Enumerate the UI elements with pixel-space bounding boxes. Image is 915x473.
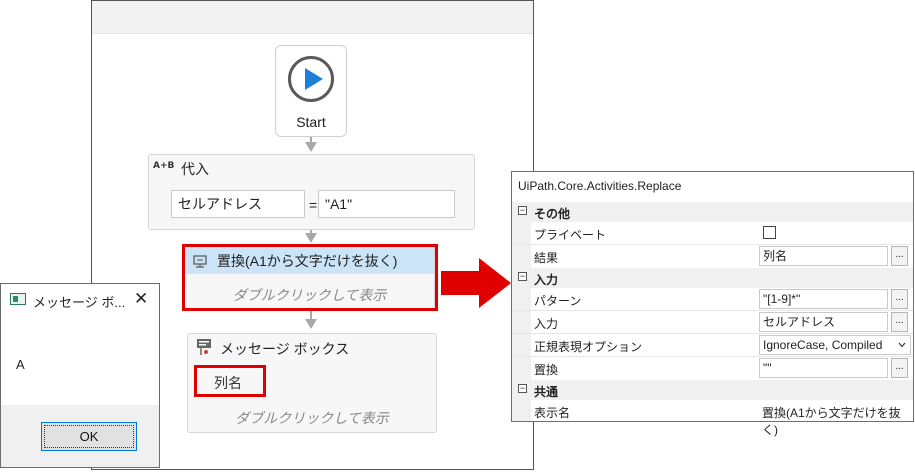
property-row-private: プライベート bbox=[512, 222, 913, 245]
designer-header-bar bbox=[92, 1, 533, 34]
private-checkbox[interactable] bbox=[763, 226, 776, 239]
pattern-ellipsis-button[interactable]: ... bbox=[891, 289, 908, 309]
connector-arrow bbox=[305, 319, 317, 329]
dialog-title: メッセージ ボ... bbox=[33, 295, 126, 310]
property-row-display-name: 表示名 置換(A1から文字だけを抜く) bbox=[512, 400, 913, 437]
property-name: 正規表現オプション bbox=[534, 340, 643, 354]
category-label: その他 bbox=[534, 207, 571, 221]
close-icon[interactable]: ✕ bbox=[134, 289, 148, 309]
chevron-down-icon bbox=[898, 342, 906, 348]
start-label: Start bbox=[296, 114, 326, 130]
property-row-input: 入力 セルアドレス ... bbox=[512, 311, 913, 334]
properties-title: UiPath.Core.Activities.Replace bbox=[518, 179, 682, 193]
start-node[interactable]: Start bbox=[275, 45, 347, 137]
assign-to-field[interactable]: セルアドレス bbox=[171, 190, 305, 218]
result-field[interactable]: 列名 bbox=[759, 246, 888, 266]
category-other[interactable]: − その他 bbox=[512, 202, 913, 222]
input-field[interactable]: セルアドレス bbox=[759, 312, 888, 332]
dialog-message: A bbox=[16, 357, 25, 372]
properties-panel: UiPath.Core.Activities.Replace − その他 プライ… bbox=[511, 171, 914, 437]
property-row-regex-option: 正規表現オプション IgnoreCase, Compiled bbox=[512, 334, 913, 357]
property-row-result: 結果 列名 ... bbox=[512, 245, 913, 268]
message-box-dialog: メッセージ ボ... ✕ A OK bbox=[0, 283, 160, 468]
assign-activity[interactable]: A+B 代入 セルアドレス = "A1" bbox=[148, 154, 475, 230]
regex-option-value: IgnoreCase, Compiled bbox=[763, 338, 883, 352]
collapse-icon[interactable]: − bbox=[518, 272, 527, 281]
replacement-field[interactable]: "" bbox=[759, 358, 888, 378]
assign-title: 代入 bbox=[181, 161, 209, 177]
message-box-header: メッセージ ボックス bbox=[188, 334, 436, 360]
property-name: 結果 bbox=[534, 251, 559, 265]
assign-icon: A+B bbox=[153, 161, 175, 171]
play-icon bbox=[288, 56, 334, 102]
equals-sign: = bbox=[309, 197, 318, 213]
red-arrow-icon bbox=[441, 258, 511, 308]
text-field-highlight-box bbox=[194, 365, 266, 397]
property-name: 表示名 bbox=[534, 406, 571, 420]
property-name: パターン bbox=[534, 294, 582, 308]
category-label: 共通 bbox=[534, 385, 559, 399]
dialog-footer: OK bbox=[1, 405, 159, 467]
regex-option-dropdown[interactable]: IgnoreCase, Compiled bbox=[759, 335, 911, 355]
pattern-field[interactable]: "[1-9]*" bbox=[759, 289, 888, 309]
category-common[interactable]: − 共通 bbox=[512, 380, 913, 400]
assign-header: A+B 代入 bbox=[149, 155, 474, 181]
property-row-pattern: パターン "[1-9]*" ... bbox=[512, 288, 913, 311]
result-ellipsis-button[interactable]: ... bbox=[891, 246, 908, 266]
replace-highlight-box bbox=[182, 244, 438, 311]
collapse-icon[interactable]: − bbox=[518, 384, 527, 393]
category-label: 入力 bbox=[534, 273, 559, 287]
assign-value-field[interactable]: "A1" bbox=[318, 190, 455, 218]
display-name-value[interactable]: 置換(A1から文字だけを抜く) bbox=[762, 404, 913, 438]
dialog-titlebar[interactable]: メッセージ ボ... ✕ bbox=[1, 284, 159, 316]
collapse-icon[interactable]: − bbox=[518, 206, 527, 215]
message-box-title: メッセージ ボックス bbox=[220, 341, 350, 357]
replacement-ellipsis-button[interactable]: ... bbox=[891, 358, 908, 378]
ok-button[interactable]: OK bbox=[41, 422, 137, 451]
property-name: 入力 bbox=[534, 317, 559, 331]
window-icon bbox=[10, 293, 26, 305]
connector-arrow bbox=[305, 142, 317, 152]
property-name: 置換 bbox=[534, 363, 559, 377]
connector-arrow bbox=[305, 233, 317, 243]
property-name: プライベート bbox=[534, 228, 607, 242]
message-box-icon bbox=[197, 339, 211, 355]
property-row-replacement: 置換 "" ... bbox=[512, 357, 913, 380]
category-input[interactable]: − 入力 bbox=[512, 268, 913, 288]
message-box-hint: ダブルクリックして表示 bbox=[235, 410, 389, 426]
input-ellipsis-button[interactable]: ... bbox=[891, 312, 908, 332]
